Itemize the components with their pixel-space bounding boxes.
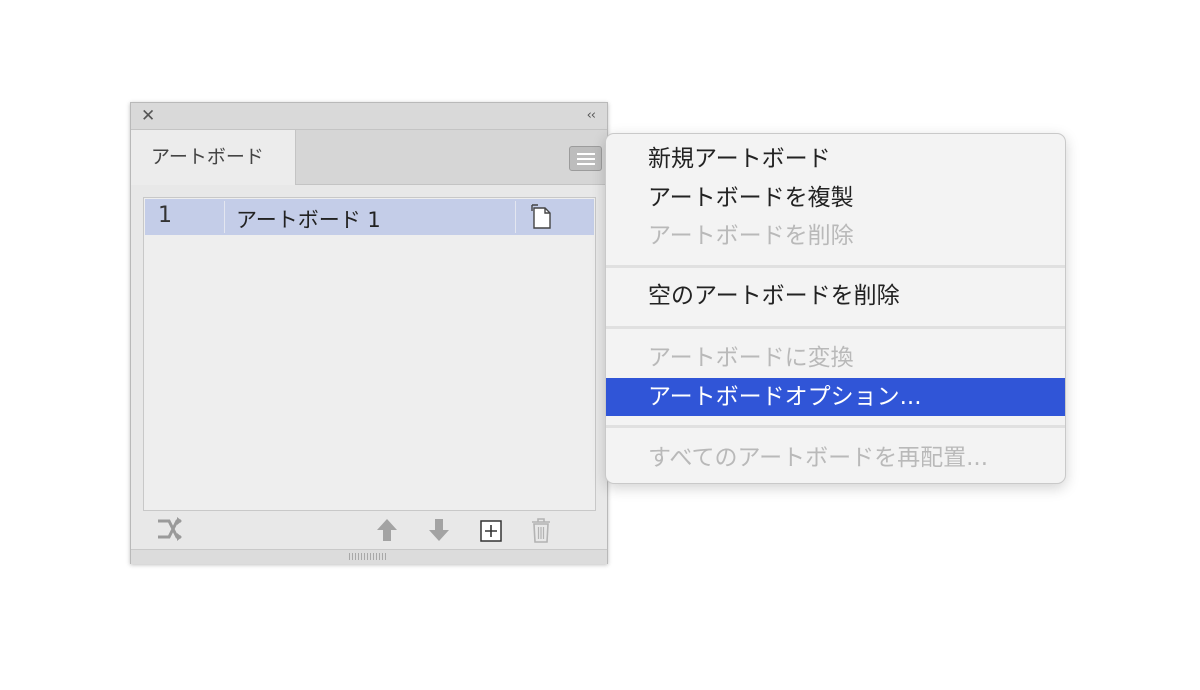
panel-flyout-menu: 新規アートボード アートボードを複製 アートボードを削除 空のアートボードを削除… [605,133,1066,484]
column-divider [515,201,516,233]
artboard-name[interactable]: アートボード 1 [236,204,381,234]
artboard-row[interactable]: 1 アートボード 1 [145,199,594,235]
panel-tab-bar: アートボード [131,130,607,185]
menu-separator [606,425,1065,428]
close-icon[interactable]: ✕ [141,106,155,126]
menu-item-convert-to-artboards: アートボードに変換 [648,345,854,371]
menu-separator [606,265,1065,268]
artboard-number: 1 [158,203,172,228]
menu-item-delete-empty-artboards[interactable]: 空のアートボードを削除 [606,277,1065,315]
column-divider [224,201,225,233]
menu-separator [606,326,1065,329]
panel-menu-button[interactable] [569,146,602,171]
panel-titlebar: ✕ ‹‹ [131,103,607,130]
artboards-panel: ✕ ‹‹ アートボード 1 アートボード 1 [130,102,608,564]
menu-item-rearrange-all-artboards: すべてのアートボードを再配置... [648,445,989,471]
artboard-list: 1 アートボード 1 [143,197,596,511]
menu-item-delete-artboard: アートボードを削除 [648,223,854,249]
menu-item-new-artboard[interactable]: 新規アートボード [606,140,1065,178]
tab-artboards[interactable]: アートボード [131,130,296,185]
trash-icon[interactable] [529,515,553,545]
move-down-icon[interactable] [427,515,451,545]
move-up-icon[interactable] [375,515,399,545]
menu-item-artboard-options[interactable]: アートボードオプション... [606,378,1065,416]
artboard-options-icon[interactable] [531,204,553,230]
panel-footer [131,515,607,549]
rearrange-icon[interactable] [155,515,183,545]
menu-item-duplicate-artboard[interactable]: アートボードを複製 [606,179,1065,217]
resize-grip[interactable] [131,549,607,564]
new-artboard-icon[interactable] [479,515,503,545]
grip-ticks [349,553,387,560]
collapse-icon[interactable]: ‹‹ [587,107,596,125]
